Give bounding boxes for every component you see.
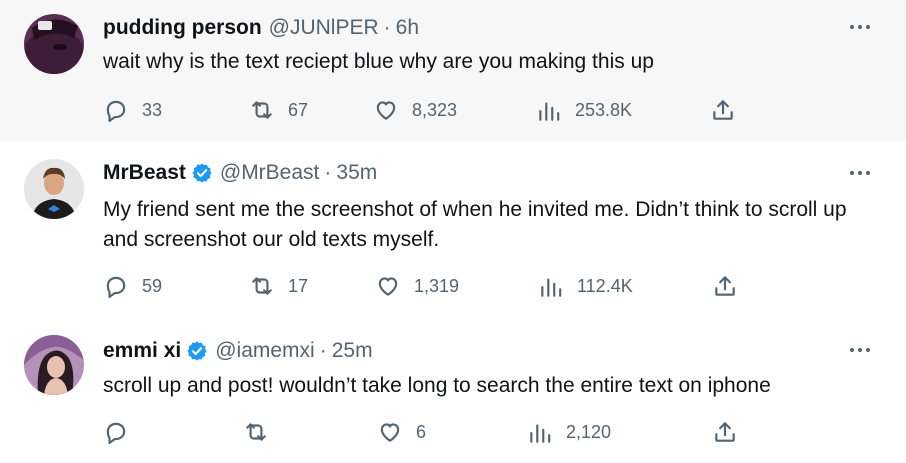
retweet-count: 67 [288,99,309,120]
retweet-count: 17 [288,275,309,296]
share-button[interactable] [710,95,736,125]
tweet[interactable]: pudding person @JUNlPER · 6h wait why is… [0,0,906,141]
reply-icon [106,276,126,298]
share-icon [713,100,733,120]
share-icon [715,422,735,442]
tweet[interactable]: MrBeast @MrBeast · 35m My friend sent me… [0,141,906,317]
separator: · [383,16,391,39]
reply-button[interactable] [103,417,142,447]
separator: · [319,339,327,362]
like-count: 1,319 [414,275,460,296]
views-button[interactable]: 253.8K [536,95,632,125]
verified-badge-icon [192,163,212,183]
views-button[interactable]: 2,120 [527,417,611,447]
tweet-text: My friend sent me the screenshot of when… [103,198,847,251]
action-bar: 59 17 1,319 112.4K [103,271,883,301]
timestamp[interactable]: 35m [336,161,377,185]
tweet-header: emmi xi @iamemxi · 25m [103,339,373,363]
heart-icon [380,423,400,442]
tweet-text: scroll up and post! wouldn’t take long t… [103,374,771,397]
author-name[interactable]: pudding person [103,16,262,40]
author-handle[interactable]: @iamemxi [215,339,315,363]
view-count: 112.4K [577,275,633,296]
author-handle[interactable]: @JUNlPER [269,16,379,40]
reply-count: 33 [142,99,163,120]
retweet-button[interactable] [243,417,282,447]
verified-badge-icon [187,341,207,361]
author-handle[interactable]: @MrBeast [220,161,320,185]
tweet[interactable]: emmi xi @iamemxi · 25m scroll up and pos… [0,317,906,463]
tweet-text: wait why is the text reciept blue why ar… [103,50,654,73]
reply-count: 59 [142,275,163,296]
tweet-header: MrBeast @MrBeast · 35m [103,161,377,185]
author-name[interactable]: MrBeast [103,161,186,185]
reply-button[interactable]: 33 [103,95,162,125]
avatar[interactable] [24,14,84,74]
like-button[interactable]: 1,319 [375,271,459,301]
views-icon [541,278,562,297]
views-icon [539,102,560,121]
more-options-icon[interactable] [848,22,872,32]
avatar[interactable] [24,335,84,395]
more-options-icon[interactable] [848,345,872,355]
separator: · [324,161,332,184]
views-button[interactable]: 112.4K [538,271,633,301]
retweet-button[interactable]: 67 [249,95,308,125]
like-button[interactable]: 6 [377,417,426,447]
share-icon [715,276,735,296]
more-options-icon[interactable] [848,168,872,178]
reply-button[interactable]: 59 [103,271,162,301]
reply-icon [106,422,126,444]
view-count: 253.8K [575,99,633,120]
timestamp[interactable]: 25m [332,339,373,363]
retweet-icon [252,101,272,119]
action-bar: 6 2,120 [103,417,883,447]
author-name[interactable]: emmi xi [103,339,181,363]
reply-icon [106,100,126,122]
retweet-button[interactable]: 17 [249,271,308,301]
like-count: 6 [416,421,427,442]
timestamp[interactable]: 6h [396,16,419,40]
heart-icon [378,277,398,296]
retweet-icon [252,277,272,295]
like-button[interactable]: 8,323 [373,95,457,125]
share-button[interactable] [712,417,738,447]
views-icon [530,424,551,443]
retweet-icon [246,423,266,441]
view-count: 2,120 [566,421,612,442]
tweet-header: pudding person @JUNlPER · 6h [103,16,419,40]
share-button[interactable] [712,271,738,301]
avatar[interactable] [24,159,84,219]
action-bar: 33 67 8,323 253.8K [103,95,883,125]
heart-icon [376,101,396,120]
like-count: 8,323 [412,99,458,120]
